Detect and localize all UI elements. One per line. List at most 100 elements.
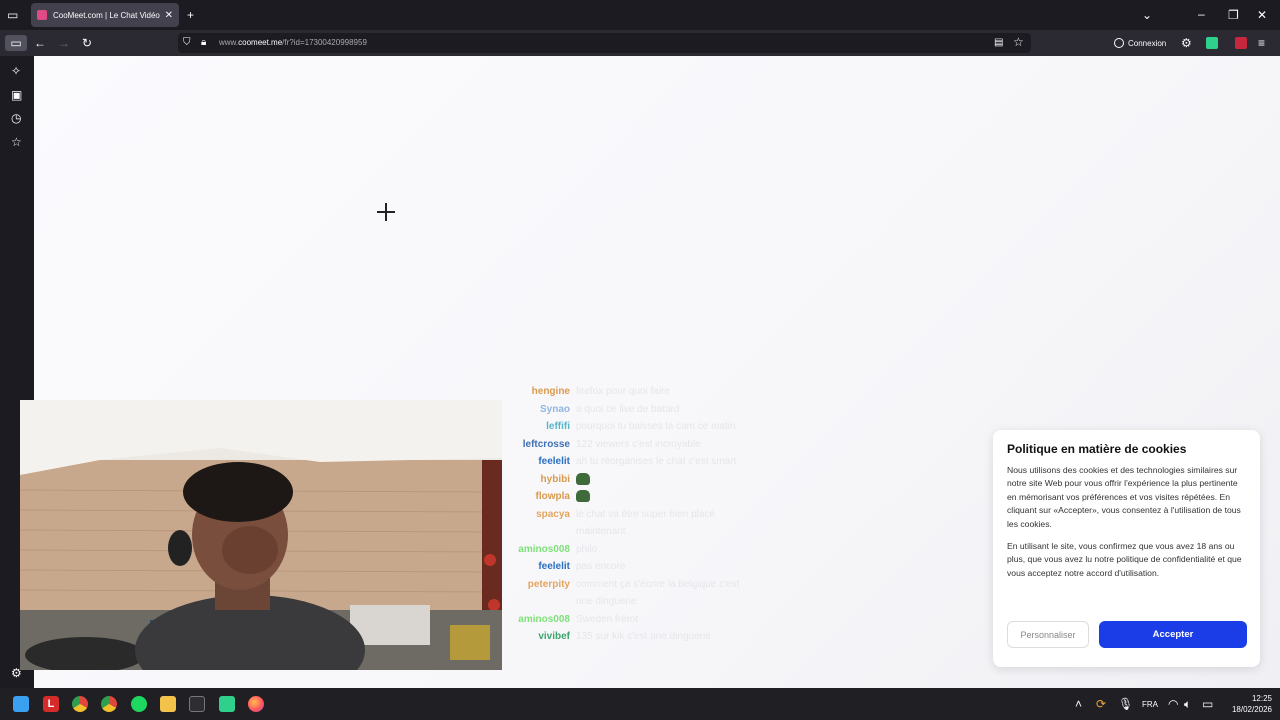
chat-message: feelelit pas encore xyxy=(500,558,760,576)
chat-username: feelelit xyxy=(538,456,570,467)
cookie-paragraph-1: Nous utilisons des cookies et des techno… xyxy=(1007,465,1241,529)
firefox-icon[interactable] xyxy=(248,696,264,712)
accept-button[interactable]: Accepter xyxy=(1099,621,1247,648)
extensions-icon[interactable]: ⚙ xyxy=(1181,37,1192,49)
chat-message: Synao a quoi ce live de batard xyxy=(500,401,760,419)
chat-username: Synao xyxy=(539,403,570,415)
chat-username: spacya xyxy=(536,508,570,520)
webcam-scene xyxy=(20,400,502,670)
reload-icon[interactable]: ↻ xyxy=(82,37,92,49)
navigation-bar: ▭ ← → ↻ ⛉ 🔒︎ www.coomeet.me/fr?id=173004… xyxy=(0,30,1280,56)
chat-text xyxy=(576,471,746,489)
chat-text: Sweden frérot xyxy=(576,613,639,625)
chat-username: aminos008 xyxy=(518,613,570,625)
windows-start-icon[interactable] xyxy=(13,696,29,712)
tab-overflow-chevron-icon[interactable]: ⌄ xyxy=(1142,9,1152,21)
chat-username: aminos008 xyxy=(518,543,570,555)
chat-message: flowpla xyxy=(500,488,760,506)
forward-icon[interactable]: → xyxy=(58,37,70,49)
chat-message: feelelit ah tu réorganises le chat c'est … xyxy=(500,453,760,471)
chat-message: aminos008 philo xyxy=(500,541,760,559)
frog-emote-icon xyxy=(576,490,590,503)
chat-message: hengine firefox pour quoi faire xyxy=(500,383,760,401)
url-bar[interactable]: ⛉ 🔒︎ www.coomeet.me/fr?id=17300420998959… xyxy=(178,33,1031,53)
wifi-icon[interactable]: ◠ xyxy=(1168,698,1178,710)
minimize-icon[interactable]: – xyxy=(1198,8,1205,20)
chat-text: ah tu réorganises le chat c'est smart xyxy=(576,456,737,467)
customize-button[interactable]: Personnaliser xyxy=(1007,621,1089,648)
account-icon xyxy=(1114,38,1124,48)
chat-username: peterpity xyxy=(527,578,570,590)
battery-icon[interactable]: ▭ xyxy=(1202,698,1213,710)
cookie-consent-dialog: Politique en matière de cookies Nous uti… xyxy=(993,430,1260,667)
chat-text: comment ça s'écrire la belgique c'est un… xyxy=(576,578,740,608)
account-button[interactable]: Connexion xyxy=(1114,36,1166,50)
windows-taskbar: L ˄ ⟳ 🎙︎ ◠ 🔈︎ ▭ 12:25 18/02/2026 xyxy=(0,688,1280,720)
tab-close-icon[interactable]: ✕ xyxy=(165,10,173,21)
tray-sync-icon[interactable]: ⟳ xyxy=(1096,698,1106,710)
streaming-app-icon[interactable] xyxy=(219,696,235,712)
l-app-icon[interactable]: L xyxy=(43,696,59,712)
chat-message: spacya le chat va être super bien placé m… xyxy=(500,506,760,541)
synced-tabs-icon[interactable]: ▣ xyxy=(11,89,22,101)
back-icon[interactable]: ← xyxy=(34,37,46,49)
file-explorer-icon[interactable] xyxy=(160,696,176,712)
lock-icon[interactable]: 🔒︎ xyxy=(201,37,206,49)
tray-overflow-icon[interactable]: ˄ xyxy=(1075,698,1082,710)
clock-time: 12:25 xyxy=(1251,694,1272,703)
chat-message: hybibi xyxy=(500,471,760,489)
extension-red-icon[interactable] xyxy=(1235,37,1247,49)
url-text[interactable]: www.coomeet.me/fr?id=17300420998959 xyxy=(219,38,367,47)
ai-sparkle-icon[interactable]: ✧ xyxy=(11,65,21,77)
tab-list-icon[interactable]: ▭ xyxy=(7,9,18,21)
chat-message: leftcrosse 122 viewers c'est incroyable xyxy=(500,436,760,454)
clock-date: 18/02/2026 xyxy=(1231,705,1272,714)
chat-username: leffifi xyxy=(546,421,570,432)
site-favicon xyxy=(37,10,47,20)
chrome-icon[interactable] xyxy=(72,696,88,712)
volume-icon[interactable]: 🔈︎ xyxy=(1184,698,1191,710)
chat-text: pourquoi tu baisses la cam ce matin xyxy=(576,421,736,432)
language-indicator[interactable]: FRA xyxy=(1142,700,1158,709)
chat-message: vivibef 135 sur kik c'est une dinguerie xyxy=(500,628,760,646)
menu-icon[interactable]: ≡ xyxy=(1258,37,1265,49)
connexion-label: Connexion xyxy=(1128,38,1167,48)
sidebar-toggle-icon[interactable]: ▭ xyxy=(5,35,27,51)
restore-icon[interactable]: ❐ xyxy=(1228,9,1239,21)
reader-view-icon[interactable]: ▤ xyxy=(994,37,1003,49)
chat-username: hengine xyxy=(531,386,570,397)
chat-text: philo xyxy=(576,543,598,555)
chat-message: aminos008 Sweden frérot xyxy=(500,611,760,629)
spotify-icon[interactable] xyxy=(131,696,147,712)
microphone-icon[interactable]: 🎙︎ xyxy=(1118,698,1133,710)
chat-text: 122 viewers c'est incroyable xyxy=(576,438,701,450)
webcam-video xyxy=(20,400,502,670)
bookmarks-icon[interactable]: ☆ xyxy=(11,136,22,148)
chat-text: a quoi ce live de batard xyxy=(576,403,680,415)
chrome-profile-icon[interactable] xyxy=(101,696,117,712)
frog-emote-icon xyxy=(576,472,590,485)
terminal-icon[interactable] xyxy=(189,696,205,712)
chat-text: le chat va être super bien placé mainten… xyxy=(576,508,715,538)
mouse-cursor-crosshair xyxy=(377,203,395,221)
bookmark-star-icon[interactable]: ☆ xyxy=(1013,36,1024,48)
chat-message: leffifi pourquoi tu baisses la cam ce mat… xyxy=(500,418,760,436)
history-icon[interactable]: ◷ xyxy=(11,112,21,124)
active-tab[interactable]: CooMeet.com | Le Chat Vidéo A ✕ xyxy=(31,3,179,27)
cookie-paragraph-2: En utilisant le site, vous confirmez que… xyxy=(1007,541,1242,578)
extension-green-icon[interactable] xyxy=(1206,37,1218,49)
tab-title: CooMeet.com | Le Chat Vidéo A xyxy=(53,10,161,20)
chat-text: 135 sur kik c'est une dinguerie xyxy=(576,631,711,642)
chat-text: firefox pour quoi faire xyxy=(576,386,670,397)
chat-text: pas encore xyxy=(576,561,626,572)
new-tab-icon[interactable]: + xyxy=(187,9,194,21)
chat-text xyxy=(576,488,746,506)
stream-chat-overlay: hengine firefox pour quoi faire Synao a quo… xyxy=(500,383,760,646)
close-window-icon[interactable]: ✕ xyxy=(1257,9,1267,21)
chat-username: flowpla xyxy=(535,491,570,502)
cookie-title: Politique en matière de cookies xyxy=(1007,442,1187,456)
chat-username: feelelit xyxy=(538,561,570,572)
tab-bar: ▭ CooMeet.com | Le Chat Vidéo A ✕ + ⌄ – … xyxy=(0,0,1280,30)
system-clock[interactable]: 12:25 18/02/2026 xyxy=(1232,693,1272,715)
tracking-shield-icon[interactable]: ⛉ xyxy=(183,37,191,49)
